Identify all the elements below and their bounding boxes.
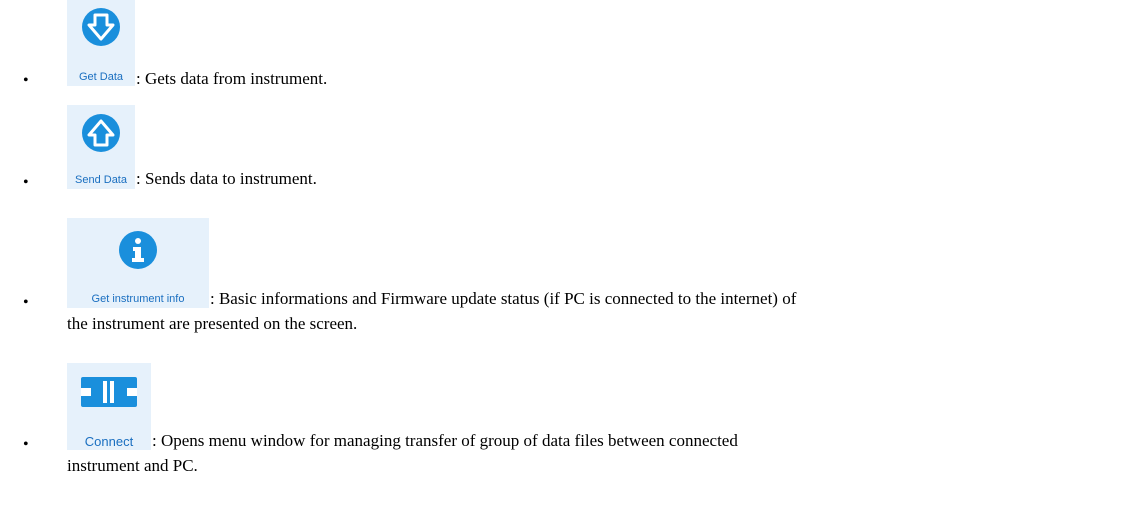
bullet: • (23, 436, 29, 453)
info-icon (119, 231, 157, 269)
get-data-description: : Gets data from instrument. (136, 69, 328, 88)
connect-description: : Opens menu window for managing transfe… (152, 431, 738, 450)
bullet: • (23, 72, 29, 89)
connect-button[interactable]: Connect (67, 363, 151, 450)
arrow-up-icon (82, 114, 120, 152)
bullet: • (23, 174, 29, 191)
connect-label: Connect (84, 434, 134, 449)
get-instrument-info-description: : Basic informations and Firmware update… (210, 289, 797, 308)
connect-description-cont: instrument and PC. (67, 456, 198, 475)
plug-connect-icon (81, 377, 137, 407)
send-data-description: : Sends data to instrument. (136, 169, 317, 188)
send-data-button[interactable]: Send Data (67, 105, 135, 189)
get-data-label: Get Data (78, 71, 124, 83)
get-instrument-info-label: Get instrument info (91, 293, 185, 305)
get-instrument-info-description-cont: the instrument are presented on the scre… (67, 314, 358, 333)
get-data-button[interactable]: Get Data (67, 0, 135, 86)
send-data-label: Send Data (75, 174, 127, 186)
get-instrument-info-button[interactable]: Get instrument info (67, 218, 209, 308)
bullet: • (23, 294, 29, 311)
arrow-down-icon (82, 8, 120, 46)
